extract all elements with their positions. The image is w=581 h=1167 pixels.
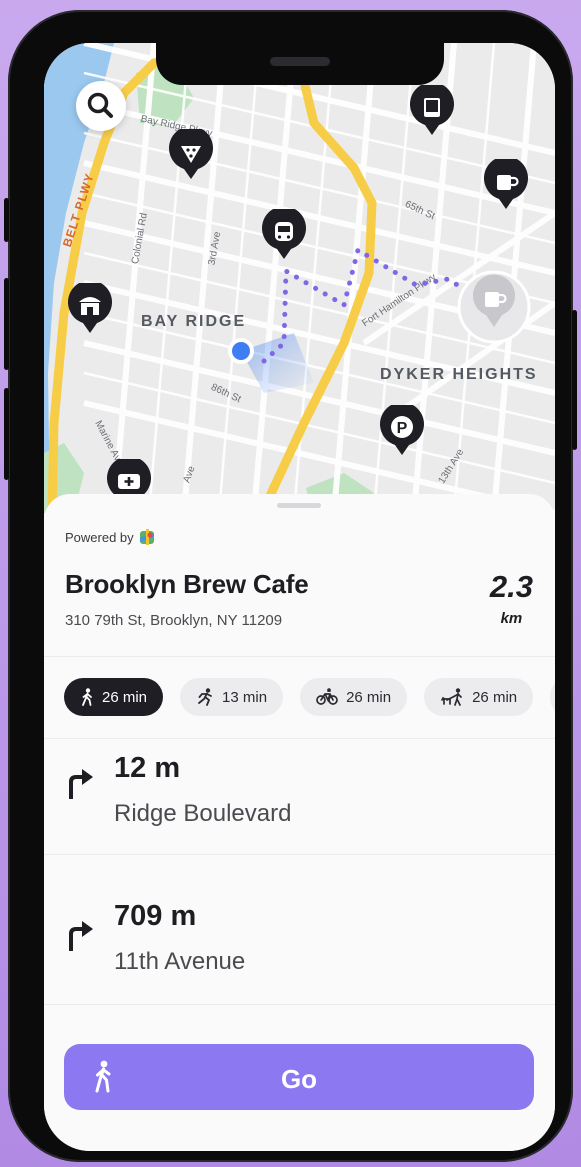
mode-walk-tab[interactable]: 26 min — [64, 678, 164, 716]
pizza-icon — [169, 129, 213, 179]
parking-icon: P — [380, 405, 424, 455]
train-pin[interactable] — [261, 209, 307, 261]
shop-icon — [68, 283, 112, 333]
dog-walk-icon — [441, 688, 462, 706]
mode-bike-tab[interactable]: 26 min — [300, 678, 408, 716]
volume-down-button — [4, 388, 9, 480]
search-icon — [87, 92, 113, 118]
go-button[interactable]: Go — [64, 1044, 534, 1110]
step-street: Ridge Boulevard — [114, 800, 292, 827]
book-icon — [410, 85, 454, 135]
divider — [44, 656, 555, 657]
sheet-drag-handle[interactable] — [277, 503, 321, 508]
train-icon — [262, 209, 306, 259]
search-button[interactable] — [76, 81, 126, 131]
travel-mode-tabs: 26 min 13 min 26 min 26 min — [64, 678, 555, 716]
step-distance: 12 m — [114, 752, 181, 784]
mode-dog-walk-label: 26 min — [472, 688, 518, 706]
divider — [44, 854, 555, 855]
place-name: Brooklyn Brew Cafe — [65, 569, 309, 599]
walk-icon — [82, 688, 92, 706]
powered-by-label: Powered by — [65, 529, 134, 545]
bike-icon — [316, 688, 338, 705]
distance-value: 2.3 — [489, 569, 533, 604]
run-icon — [198, 688, 212, 706]
phone-frame: BAY RIDGE DYKER HEIGHTS BELT PLWY Bay Ri… — [4, 10, 577, 1162]
direction-step[interactable]: 12 m Ridge Boulevard — [44, 738, 555, 854]
destination-coffee-icon — [457, 270, 531, 344]
turn-right-icon — [69, 921, 93, 951]
book-pin[interactable] — [409, 85, 455, 137]
pizza-pin[interactable] — [168, 129, 214, 181]
notch — [156, 43, 444, 85]
distance: 2.3 km — [489, 569, 533, 628]
divider — [44, 1004, 555, 1005]
step-street: 11th Avenue — [114, 948, 246, 975]
screen: BAY RIDGE DYKER HEIGHTS BELT PLWY Bay Ri… — [44, 43, 555, 1151]
shop-pin[interactable] — [67, 283, 113, 335]
mode-more-tab[interactable] — [550, 678, 555, 716]
parking-pin[interactable]: P — [379, 405, 425, 457]
distance-unit: km — [500, 610, 523, 627]
mode-run-tab[interactable]: 13 min — [180, 678, 284, 716]
maps-logo-icon — [139, 529, 154, 545]
go-label: Go — [280, 1064, 318, 1094]
volume-up-button — [4, 278, 9, 370]
coffee-pin[interactable] — [483, 159, 529, 211]
mode-walk-label: 26 min — [102, 688, 148, 706]
coffee-icon — [484, 159, 528, 209]
map-view[interactable]: BAY RIDGE DYKER HEIGHTS BELT PLWY Bay Ri… — [44, 43, 555, 513]
step-distance: 709 m — [114, 900, 197, 932]
destination-marker[interactable] — [456, 269, 532, 345]
power-button — [572, 310, 577, 450]
turn-right-icon — [69, 769, 93, 799]
mode-dog-walk-tab[interactable]: 26 min — [424, 678, 534, 716]
mode-bike-label: 26 min — [346, 688, 392, 706]
directions-sheet: Powered by Brooklyn Brew Cafe 310 79th S… — [44, 494, 555, 1151]
place-address: 310 79th St, Brooklyn, NY 11209 — [65, 612, 283, 629]
heading-cone — [241, 333, 314, 393]
powered-by: Powered by — [65, 529, 154, 545]
user-location-dot — [232, 342, 250, 360]
speaker — [270, 57, 330, 66]
parking-letter: P — [397, 420, 408, 437]
direction-step[interactable]: 709 m 11th Avenue — [44, 886, 555, 1002]
mute-switch — [4, 198, 9, 242]
mode-run-label: 13 min — [222, 688, 268, 706]
